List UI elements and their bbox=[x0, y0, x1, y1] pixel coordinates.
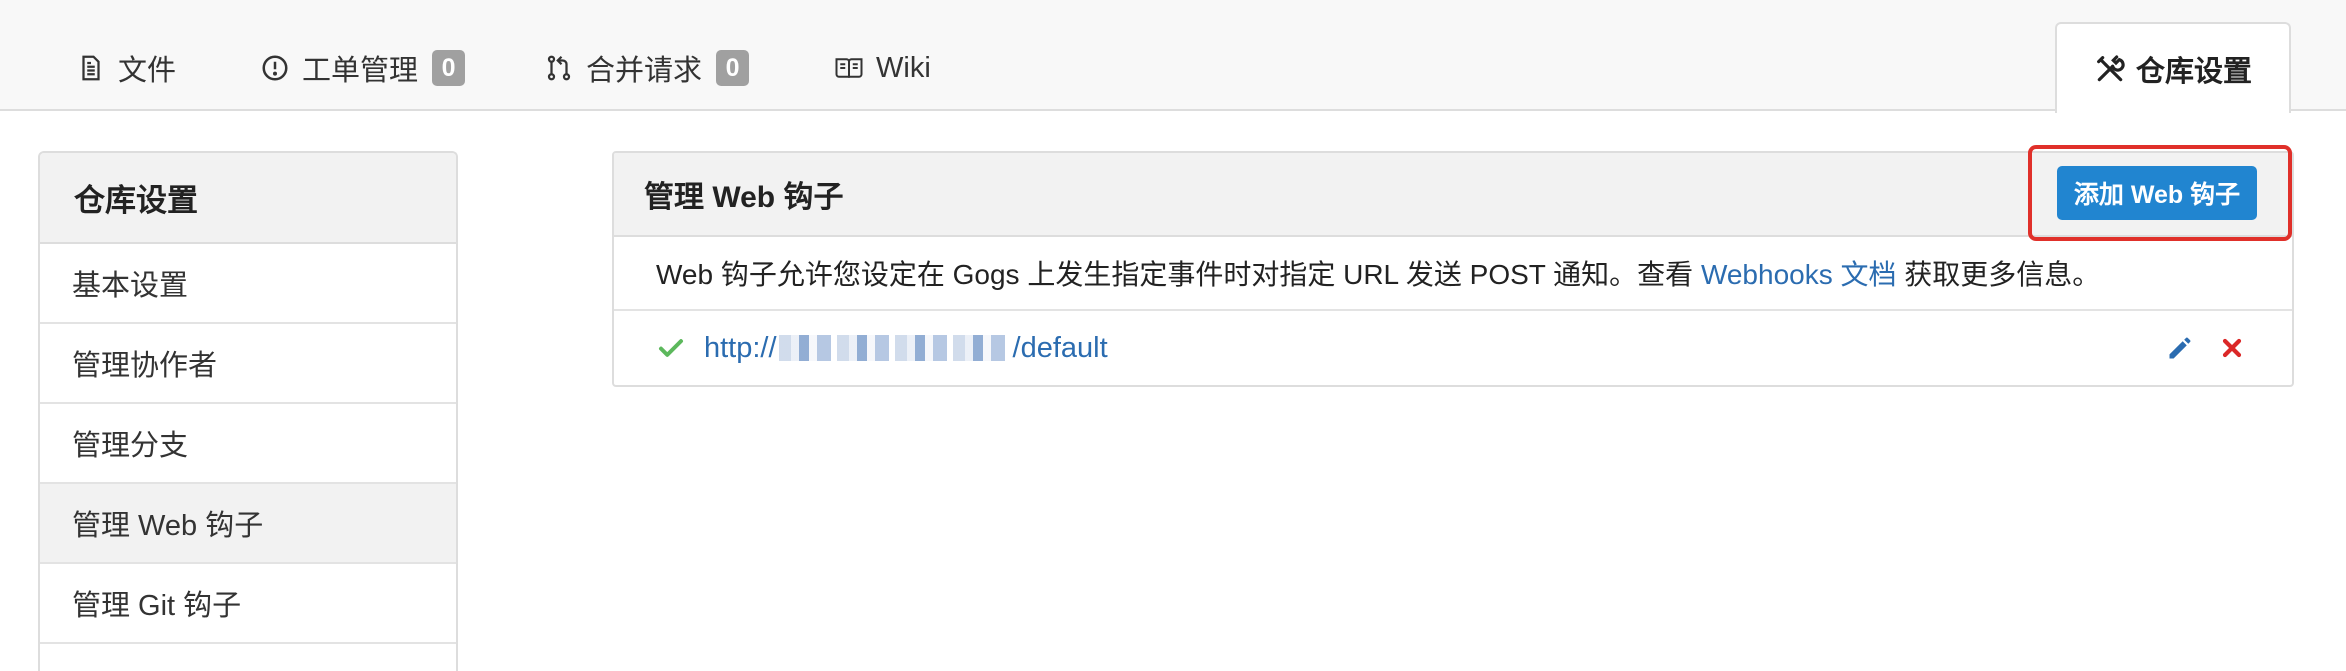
issue-opened-icon bbox=[260, 53, 290, 83]
settings-sidebar: 仓库设置 基本设置 管理协作者 管理分支 管理 Web 钩子 管理 Git 钩子 bbox=[38, 151, 458, 671]
tab-issues[interactable]: 工单管理 0 bbox=[260, 46, 466, 90]
panel-title: 管理 Web 钩子 bbox=[644, 181, 844, 214]
pulls-count-badge: 0 bbox=[716, 50, 750, 86]
webhooks-docs-link[interactable]: Webhooks 文档 bbox=[1701, 253, 1897, 293]
sidebar-item-collaborators[interactable]: 管理协作者 bbox=[40, 324, 456, 404]
sidebar-item-label: 管理 Web 钩子 bbox=[72, 510, 264, 542]
sidebar-item-label: 管理协作者 bbox=[72, 350, 218, 382]
sidebar-item-label: 管理 Git 钩子 bbox=[72, 590, 242, 622]
webhook-url-prefix: http:// bbox=[704, 331, 777, 364]
tab-files[interactable]: 文件 bbox=[76, 46, 176, 90]
webhook-row-actions bbox=[2166, 311, 2246, 385]
repo-tab-bar: 文件 工单管理 0 合并请求 0 Wiki 仓库设置 bbox=[0, 0, 2346, 113]
tab-files-label: 文件 bbox=[118, 55, 177, 87]
panel-header: 管理 Web 钩子 添加 Web 钩子 bbox=[614, 153, 2292, 237]
close-icon[interactable] bbox=[2218, 334, 2246, 362]
webhooks-panel: 管理 Web 钩子 添加 Web 钩子 Web 钩子允许您设定在 Gogs 上发… bbox=[612, 151, 2294, 387]
issues-count-badge: 0 bbox=[432, 50, 466, 86]
description-text: Web 钩子允许您设定在 Gogs 上发生指定事件时对指定 URL 发送 POS… bbox=[656, 259, 1701, 290]
add-webhook-button[interactable]: 添加 Web 钩子 bbox=[2057, 166, 2257, 220]
tab-issues-label: 工单管理 bbox=[302, 55, 419, 87]
tab-wiki[interactable]: Wiki bbox=[834, 46, 931, 90]
pencil-icon[interactable] bbox=[2166, 334, 2194, 362]
webhook-url-link[interactable]: http:// /default bbox=[704, 332, 1108, 365]
tools-icon bbox=[2094, 53, 2126, 85]
sidebar-item-webhooks[interactable]: 管理 Web 钩子 bbox=[40, 484, 456, 564]
webhooks-description: Web 钩子允许您设定在 Gogs 上发生指定事件时对指定 URL 发送 POS… bbox=[614, 237, 2292, 311]
tab-settings[interactable]: 仓库设置 bbox=[2055, 22, 2291, 113]
webhook-row: http:// /default bbox=[614, 311, 2292, 385]
book-icon bbox=[834, 53, 864, 83]
check-icon bbox=[656, 333, 686, 363]
tab-pull-requests[interactable]: 合并请求 0 bbox=[544, 46, 750, 90]
tab-wiki-label: Wiki bbox=[876, 51, 931, 84]
sidebar-item-git-hooks[interactable]: 管理 Git 钩子 bbox=[40, 564, 456, 644]
redacted-host bbox=[778, 335, 1011, 361]
sidebar-item-label: 管理分支 bbox=[72, 430, 189, 462]
sidebar-title: 仓库设置 bbox=[40, 153, 456, 244]
description-text-after: 获取更多信息。 bbox=[1896, 259, 2101, 290]
sidebar-item-label: 基本设置 bbox=[72, 270, 189, 302]
git-pull-request-icon bbox=[544, 53, 574, 83]
sidebar-item-branches[interactable]: 管理分支 bbox=[40, 404, 456, 484]
sidebar-item-basic-settings[interactable]: 基本设置 bbox=[40, 244, 456, 324]
webhook-url-suffix: /default bbox=[1012, 331, 1108, 364]
tab-settings-label: 仓库设置 bbox=[2135, 55, 2252, 88]
tab-pulls-label: 合并请求 bbox=[586, 55, 703, 87]
file-text-icon bbox=[76, 53, 106, 83]
